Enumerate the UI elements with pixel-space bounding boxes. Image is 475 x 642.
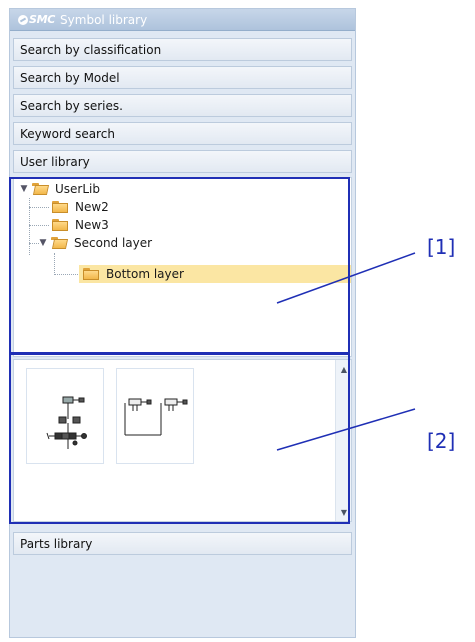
annotation-leader-lines	[276, 252, 416, 451]
callout-label-1: [1]	[427, 235, 456, 259]
callout-label-2: [2]	[427, 429, 456, 453]
leader-line-2	[276, 408, 416, 451]
leader-line-1	[276, 252, 416, 304]
